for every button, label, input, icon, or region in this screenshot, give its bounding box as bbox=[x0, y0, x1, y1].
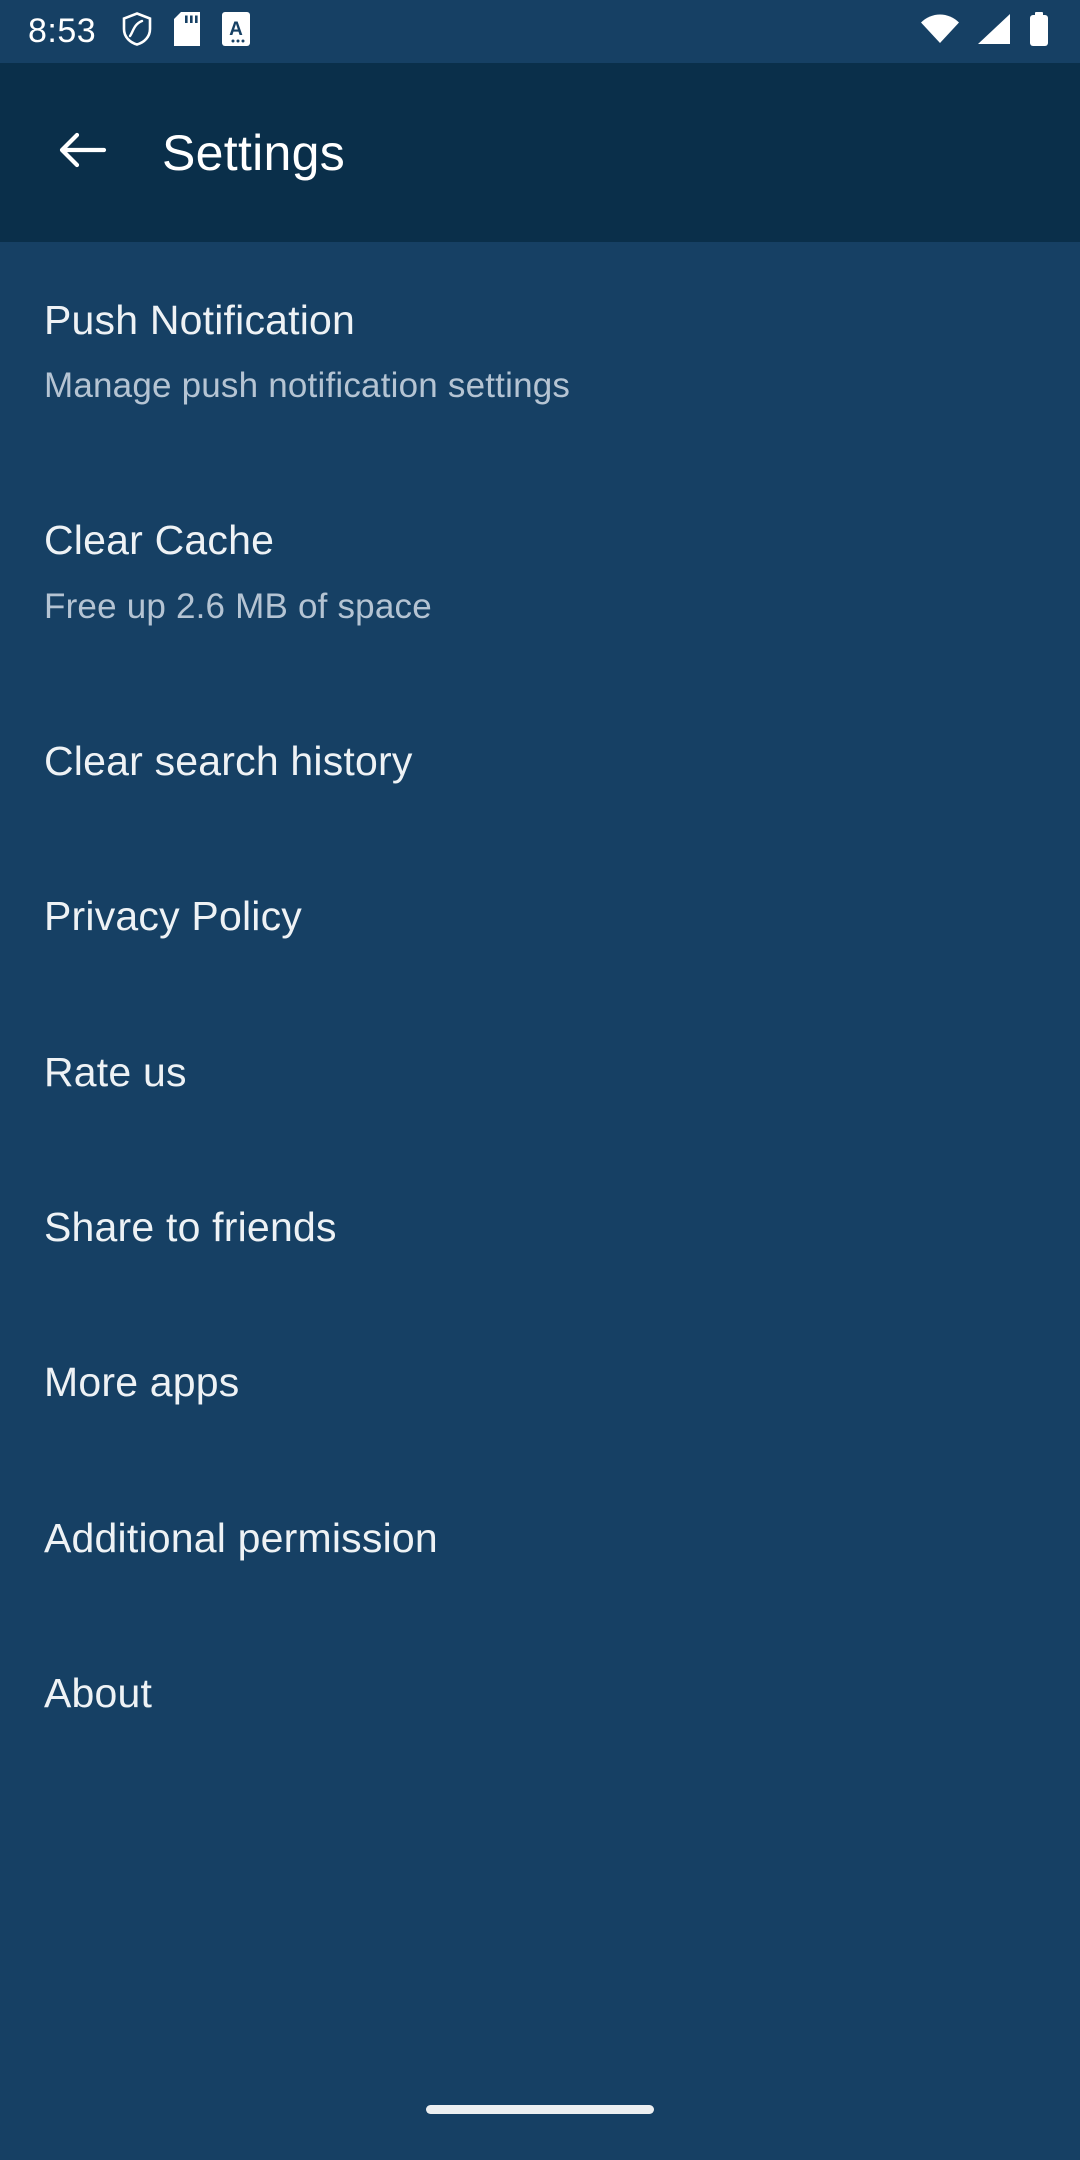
settings-item-clear-cache[interactable]: Clear Cache Free up 2.6 MB of space bbox=[0, 498, 1080, 645]
settings-item-subtitle: Manage push notification settings bbox=[44, 366, 571, 406]
settings-item-subtitle: Free up 2.6 MB of space bbox=[44, 586, 432, 626]
settings-item-title: Share to friends bbox=[44, 1203, 337, 1250]
settings-item-clear-search-history[interactable]: Clear search history bbox=[0, 719, 1080, 803]
home-indicator-pill[interactable] bbox=[426, 2104, 654, 2114]
settings-item-title: Clear search history bbox=[44, 737, 413, 784]
settings-item-title: About bbox=[44, 1670, 153, 1716]
battery-icon bbox=[1028, 12, 1050, 51]
settings-item-title: Clear Cache bbox=[44, 517, 275, 564]
settings-item-more-apps[interactable]: More apps bbox=[0, 1340, 1080, 1424]
svg-text:A: A bbox=[229, 19, 243, 40]
status-bar-clock: 8:53 bbox=[28, 12, 97, 50]
settings-item-push-notification[interactable]: Push Notification Manage push notificati… bbox=[0, 278, 1080, 425]
settings-item-title: Privacy Policy bbox=[44, 893, 302, 940]
navigation-bar bbox=[0, 2086, 1080, 2160]
sd-card-icon bbox=[174, 12, 201, 51]
page-title: Settings bbox=[162, 124, 346, 181]
settings-item-title: More apps bbox=[44, 1359, 240, 1406]
wifi-icon bbox=[920, 13, 960, 50]
settings-item-rate-us[interactable]: Rate us bbox=[0, 1030, 1080, 1114]
settings-item-title: Push Notification bbox=[44, 297, 356, 343]
status-bar-left-icons: A bbox=[122, 12, 251, 51]
a-font-icon: A bbox=[222, 12, 251, 51]
settings-item-title: Rate us bbox=[44, 1048, 187, 1095]
status-bar-right-icons bbox=[920, 12, 1050, 51]
settings-item-additional-permission[interactable]: Additional permission bbox=[0, 1496, 1080, 1580]
settings-item-title: Additional permission bbox=[44, 1514, 438, 1561]
cellular-signal-icon bbox=[976, 13, 1012, 50]
settings-item-share-to-friends[interactable]: Share to friends bbox=[0, 1185, 1080, 1269]
shield-icon bbox=[122, 12, 152, 51]
settings-list: Push Notification Manage push notificati… bbox=[0, 242, 1080, 1735]
status-bar: 8:53 A bbox=[0, 0, 1080, 63]
phone-screen: 8:53 A Settings Push Notification Manage… bbox=[0, 0, 1080, 2160]
arrow-left-icon bbox=[54, 122, 110, 183]
settings-item-about[interactable]: About bbox=[0, 1651, 1080, 1735]
back-button[interactable] bbox=[46, 117, 118, 189]
app-bar: Settings bbox=[0, 63, 1080, 242]
settings-item-privacy-policy[interactable]: Privacy Policy bbox=[0, 874, 1080, 958]
